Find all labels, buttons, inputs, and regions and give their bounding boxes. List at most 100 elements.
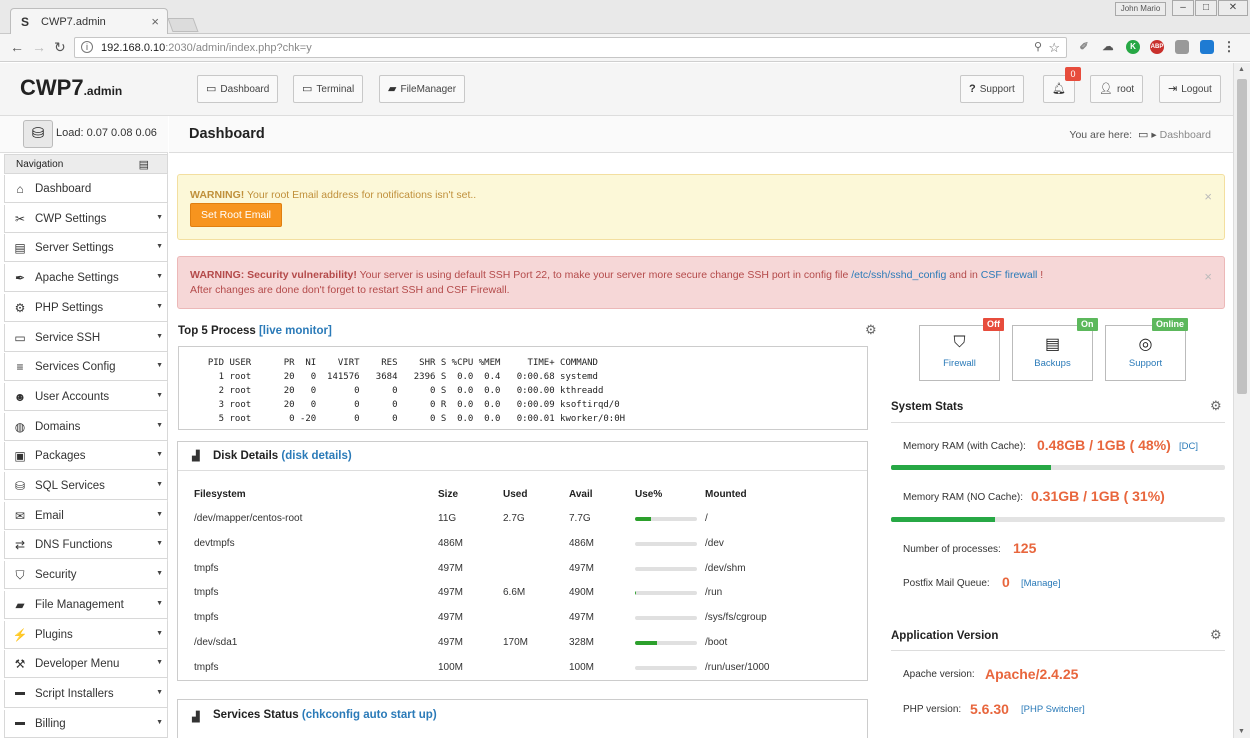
monitor-icon: ▭ bbox=[1138, 129, 1149, 141]
disk-cell-mount: / bbox=[705, 513, 708, 524]
bar-chart-icon: ▟ bbox=[192, 712, 200, 723]
sidebar-item-server-settings[interactable]: ▤ Server Settings ▼ bbox=[4, 234, 168, 263]
extension-layers-icon[interactable] bbox=[1175, 40, 1189, 54]
extension-k-icon[interactable]: K bbox=[1126, 40, 1140, 54]
live-monitor-link[interactable]: [live monitor] bbox=[259, 325, 332, 337]
sidebar-item-plugins[interactable]: ⚡ Plugins ▼ bbox=[4, 620, 168, 649]
reload-icon[interactable]: ↻ bbox=[54, 39, 66, 56]
support-button[interactable]: ? Support bbox=[960, 75, 1024, 103]
scroll-down-icon[interactable]: ▼ bbox=[1238, 728, 1245, 735]
sidebar-item-user-accounts[interactable]: ☻ User Accounts ▼ bbox=[4, 382, 168, 411]
sidebar-item-email[interactable]: ✉ Email ▼ bbox=[4, 501, 168, 530]
brand-logo[interactable]: CWP7.admin bbox=[20, 75, 122, 101]
php-switcher-link[interactable]: [PHP Switcher] bbox=[1021, 704, 1085, 715]
gear-icon[interactable]: ⚙ bbox=[1210, 398, 1222, 414]
tab-close-icon[interactable]: × bbox=[151, 14, 159, 29]
logout-button[interactable]: ⇥ Logout bbox=[1159, 75, 1221, 103]
sidebar-item-services-config[interactable]: ≡ Services Config ▼ bbox=[4, 353, 168, 382]
sidebar-toggle-icon[interactable]: ▤ bbox=[139, 158, 149, 171]
user-icon: 👤︎ bbox=[1099, 83, 1113, 95]
disk-cell-avail: 490M bbox=[569, 587, 595, 599]
database-icon[interactable]: ⛁ bbox=[23, 120, 53, 148]
minimize-icon[interactable]: – bbox=[1172, 0, 1194, 16]
filemanager-button[interactable]: ▰ FileManager bbox=[379, 75, 466, 103]
extension-brush-icon[interactable]: ✐ bbox=[1077, 40, 1091, 54]
info-icon[interactable]: i bbox=[81, 41, 93, 53]
sidebar-item-security[interactable]: ⛉ Security ▼ bbox=[4, 561, 168, 590]
disk-cell-fs: tmpfs bbox=[194, 562, 219, 574]
top-process-title: Top 5 Process [live monitor] bbox=[178, 325, 332, 337]
terminal-button[interactable]: ▭ Terminal bbox=[293, 75, 364, 103]
disk-details-link[interactable]: (disk details) bbox=[281, 450, 351, 462]
dc-link[interactable]: [DC] bbox=[1179, 441, 1198, 452]
maximize-icon[interactable]: □ bbox=[1195, 0, 1217, 16]
disk-cell-used: 2.7G bbox=[503, 513, 525, 524]
key-icon[interactable]: ⚲ bbox=[1034, 40, 1042, 53]
sidebar-item-billing[interactable]: ▬ Billing ▼ bbox=[4, 709, 168, 738]
gear-icon[interactable]: ⚙ bbox=[865, 322, 877, 338]
sidebar-item-packages[interactable]: ▣ Packages ▼ bbox=[4, 442, 168, 471]
gear-icon: ⚙ bbox=[14, 300, 26, 315]
sidebar-item-php-settings[interactable]: ⚙ PHP Settings ▼ bbox=[4, 293, 168, 322]
close-icon[interactable]: × bbox=[1204, 269, 1212, 284]
app-version-title: Application Version bbox=[891, 630, 999, 642]
user-menu-button[interactable]: 👤︎ root bbox=[1090, 75, 1144, 103]
disk-details-header: ▟ Disk Details (disk details) bbox=[178, 442, 867, 471]
sidebar-item-cwp-settings[interactable]: ✂ CWP Settings ▼ bbox=[4, 204, 168, 233]
sidebar-item-label: Services Config bbox=[35, 361, 116, 374]
sidebar-item-script-installers[interactable]: ▬ Script Installers ▼ bbox=[4, 679, 168, 708]
browser-menu-icon[interactable]: ⋮ bbox=[1222, 40, 1236, 54]
disk-cell-size: 497M bbox=[438, 637, 464, 648]
gear-icon[interactable]: ⚙ bbox=[1210, 627, 1222, 643]
browser-tab[interactable]: S CWP7.admin × bbox=[10, 8, 168, 34]
bell-icon: 🔔︎ bbox=[1052, 83, 1066, 95]
adblock-icon[interactable]: ABP bbox=[1150, 40, 1164, 54]
notification-count-badge: 0 bbox=[1065, 67, 1081, 81]
chkconfig-link[interactable]: (chkconfig auto start up) bbox=[302, 709, 437, 721]
caret-down-icon: ▼ bbox=[156, 213, 163, 221]
disk-cell-size: 11G bbox=[438, 513, 457, 524]
firewall-tile[interactable]: ⛉ Firewall bbox=[919, 325, 1000, 381]
vertical-scrollbar[interactable]: ▲ ▼ bbox=[1233, 63, 1250, 738]
url-host: 192.168.0.10 bbox=[101, 42, 166, 54]
scroll-up-icon[interactable]: ▲ bbox=[1238, 66, 1245, 73]
question-icon: ? bbox=[969, 83, 976, 95]
sidebar-item-apache-settings[interactable]: ✒ Apache Settings ▼ bbox=[4, 264, 168, 293]
sidebar-item-developer-menu[interactable]: ⚒ Developer Menu ▼ bbox=[4, 650, 168, 679]
sidebar-item-dns-functions[interactable]: ⇄ DNS Functions ▼ bbox=[4, 531, 168, 560]
system-stats-title: System Stats bbox=[891, 401, 964, 413]
new-tab-button[interactable] bbox=[167, 18, 199, 32]
favicon-icon: S bbox=[21, 15, 30, 29]
extension-cloud-icon[interactable]: ☁ bbox=[1101, 40, 1115, 54]
bookmark-star-icon[interactable]: ☆ bbox=[1048, 40, 1060, 56]
hammer-icon: ⚒ bbox=[14, 657, 26, 672]
close-icon[interactable]: × bbox=[1204, 189, 1212, 204]
set-root-email-button[interactable]: Set Root Email bbox=[190, 203, 282, 227]
forward-icon[interactable]: → bbox=[32, 39, 46, 55]
back-icon[interactable]: ← bbox=[10, 39, 24, 55]
page-title-bar: Dashboard You are here: ▭ ▸ Dashboard bbox=[169, 116, 1233, 153]
address-bar[interactable]: i 192.168.0.10:2030/admin/index.php?chk=… bbox=[74, 37, 1067, 58]
sidebar-item-domains[interactable]: ◍ Domains ▼ bbox=[4, 412, 168, 441]
backups-tile[interactable]: ▤ Backups bbox=[1012, 325, 1093, 381]
scrollbar-thumb[interactable] bbox=[1237, 79, 1247, 394]
sidebar-item-sql-services[interactable]: ⛁ SQL Services ▼ bbox=[4, 472, 168, 500]
dashboard-button[interactable]: ▭ Dashboard bbox=[197, 75, 279, 103]
browser-toolbar: ← → ↻ i 192.168.0.10:2030/admin/index.ph… bbox=[0, 34, 1250, 62]
sshd-config-link[interactable]: /etc/ssh/sshd_config bbox=[851, 269, 946, 281]
extension-blue-icon[interactable] bbox=[1200, 40, 1214, 54]
support-tile[interactable]: ◎ Support bbox=[1105, 325, 1186, 381]
disk-usage-bar bbox=[635, 541, 697, 546]
sidebar-item-label: Billing bbox=[35, 717, 66, 730]
manage-mail-link[interactable]: [Manage] bbox=[1021, 578, 1061, 589]
breadcrumb-current[interactable]: Dashboard bbox=[1160, 129, 1211, 141]
close-window-icon[interactable]: ✕ bbox=[1218, 0, 1248, 16]
sidebar-item-file-management[interactable]: ▰ File Management ▼ bbox=[4, 590, 168, 619]
sidebar-item-service-ssh[interactable]: ▭ Service SSH ▼ bbox=[4, 323, 168, 352]
monitor-icon: ▭ bbox=[14, 330, 26, 345]
caret-down-icon: ▼ bbox=[156, 629, 163, 637]
sidebar-item-label: Script Installers bbox=[35, 687, 114, 700]
disk-cell-avail: 486M bbox=[569, 537, 595, 549]
sidebar-item-dashboard[interactable]: ⌂ Dashboard bbox=[4, 175, 168, 203]
csf-firewall-link[interactable]: CSF firewall bbox=[981, 269, 1038, 281]
